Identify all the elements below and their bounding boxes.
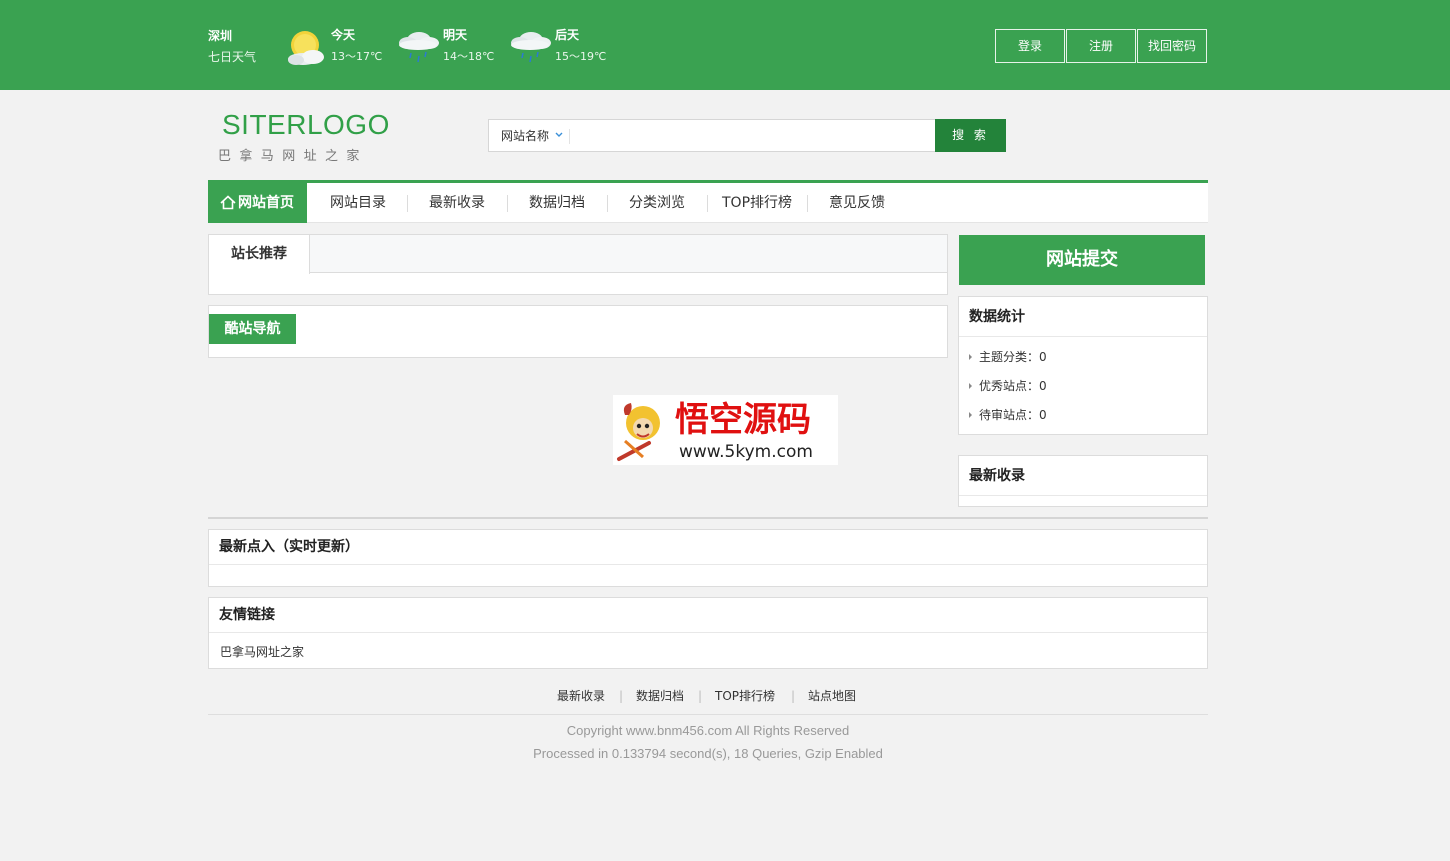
friend-links-panel: 友情链接 巴拿马网址之家 [208, 597, 1208, 669]
search-divider [569, 129, 570, 144]
ad-banner[interactable]: 悟空源码 www.5kym.com [613, 395, 838, 465]
rain-cloud-icon [399, 32, 439, 63]
weather-day-temp: 15～19℃ [555, 50, 607, 63]
nav-item-category[interactable]: 分类浏览 [629, 193, 685, 213]
recover-password-button[interactable]: 找回密码 [1137, 29, 1207, 63]
nav-item-archive[interactable]: 数据归档 [529, 193, 585, 213]
stat-value: 0 [1039, 379, 1047, 393]
footer-link-latest[interactable]: 最新收录 [557, 688, 605, 704]
footer-divider [208, 714, 1208, 715]
friend-links-title: 友情链接 [209, 598, 1207, 633]
sun-cloud-icon [288, 31, 324, 65]
search-button[interactable]: 搜 索 [935, 119, 1006, 152]
friend-link[interactable]: 巴拿马网址之家 [220, 644, 304, 660]
cool-nav-panel: 酷站导航 [208, 305, 948, 358]
main-nav: 网站首页 网站目录 最新收录 数据归档 分类浏览 TOP排行榜 意见反馈 [208, 180, 1208, 223]
nav-item-latest[interactable]: 最新收录 [429, 193, 485, 213]
register-button[interactable]: 注册 [1066, 29, 1136, 63]
weather-day-label: 今天 [331, 28, 356, 42]
footer-separator: | [791, 689, 796, 703]
stats-panel: 数据统计 主题分类：0 优秀站点：0 待审站点：0 [958, 296, 1208, 435]
weather-day-temp: 14～18℃ [443, 50, 495, 63]
search-bar: 网站名称 搜 索 [488, 119, 1006, 152]
weather-day-label: 明天 [443, 28, 468, 42]
chevron-down-icon [555, 132, 563, 137]
stat-label: 优秀站点： [979, 379, 1040, 393]
bullet-icon [969, 354, 972, 360]
weather-city: 深圳 七日天气 [208, 28, 256, 65]
stat-item: 待审站点：0 [969, 407, 1047, 423]
weather-day-label: 后天 [555, 28, 580, 42]
stat-item: 优秀站点：0 [969, 378, 1047, 394]
submit-site-button[interactable]: 网站提交 [959, 235, 1205, 285]
nav-divider [507, 195, 508, 212]
recommend-tabbar [209, 235, 947, 273]
footer-link-top[interactable]: TOP排行榜 [715, 688, 775, 704]
nav-home-label: 网站首页 [238, 195, 294, 211]
bullet-icon [969, 383, 972, 389]
nav-divider [807, 195, 808, 212]
recommend-panel: 站长推荐 [208, 234, 948, 295]
city-name: 深圳 [208, 29, 233, 43]
weather-day-after: 后天 15～19℃ [507, 26, 617, 70]
stats-title: 数据统计 [959, 297, 1207, 337]
weather-today: 今天 13～17℃ [283, 26, 393, 70]
stat-item: 主题分类：0 [969, 349, 1047, 365]
top-bar: 深圳 七日天气 今天 13～17℃ 明天 14～18℃ 后天 15～19℃ 登录… [0, 0, 1450, 90]
seven-day-weather-link[interactable]: 七日天气 [208, 49, 256, 65]
footer-separator: | [698, 689, 703, 703]
weather-tomorrow: 明天 14～18℃ [395, 26, 505, 70]
bullet-icon [969, 412, 972, 418]
latest-title: 最新收录 [959, 456, 1207, 496]
nav-divider [707, 195, 708, 212]
footer-separator: | [619, 689, 624, 703]
cool-nav-title: 酷站导航 [209, 314, 296, 344]
stat-value: 0 [1039, 350, 1047, 364]
processed-text: Processed in 0.133794 second(s), 18 Quer… [533, 746, 883, 761]
nav-item-directory[interactable]: 网站目录 [330, 193, 386, 213]
footer-link-sitemap[interactable]: 站点地图 [808, 688, 856, 704]
nav-item-feedback[interactable]: 意见反馈 [829, 193, 885, 213]
ad-title: 悟空源码 [675, 400, 811, 440]
weather-day-temp: 13～17℃ [331, 50, 383, 63]
nav-home[interactable]: 网站首页 [208, 183, 307, 223]
recent-clicks-panel: 最新点入（实时更新） [208, 529, 1208, 587]
stat-value: 0 [1039, 408, 1047, 422]
rain-cloud-icon [511, 32, 551, 63]
home-icon [220, 195, 236, 210]
footer-link-archive[interactable]: 数据归档 [636, 688, 684, 704]
recent-clicks-title: 最新点入（实时更新） [209, 530, 1207, 565]
nav-divider [607, 195, 608, 212]
tab-recommend[interactable]: 站长推荐 [209, 235, 310, 274]
site-logo-subtitle: 巴拿马网址之家 [218, 149, 368, 164]
ad-text: 悟空源码 www.5kym.com [675, 400, 813, 462]
latest-panel: 最新收录 [958, 455, 1208, 507]
login-button[interactable]: 登录 [995, 29, 1065, 63]
nav-divider [407, 195, 408, 212]
site-logo[interactable]: SITERLOGO [222, 108, 390, 142]
section-divider [208, 517, 1208, 519]
stat-label: 待审站点： [979, 408, 1040, 422]
ad-url: www.5kym.com [679, 442, 813, 462]
search-type-select[interactable]: 网站名称 [501, 129, 549, 143]
copyright-text: Copyright www.bnm456.com All Rights Rese… [566, 723, 850, 738]
nav-item-top[interactable]: TOP排行榜 [722, 193, 792, 213]
stat-label: 主题分类： [979, 350, 1040, 364]
search-input[interactable]: 网站名称 [488, 119, 936, 152]
